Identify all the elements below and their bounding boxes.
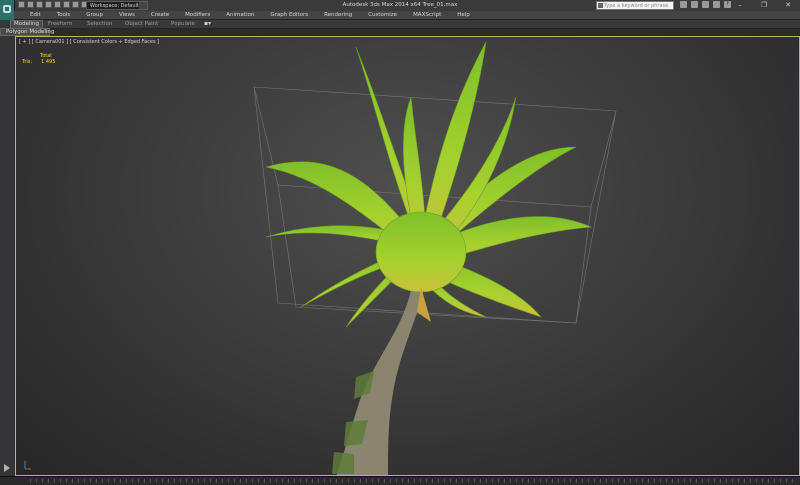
- palm-fronds: [265, 41, 593, 328]
- time-ticks: [30, 479, 794, 483]
- maximize-button[interactable]: ❐: [752, 0, 776, 11]
- menu-views[interactable]: Views: [111, 11, 143, 19]
- app-logo-icon[interactable]: [0, 0, 15, 20]
- left-strip: [0, 36, 16, 476]
- binoculars-icon[interactable]: [680, 1, 687, 8]
- menu-tools[interactable]: Tools: [49, 11, 79, 19]
- menu-animation[interactable]: Animation: [218, 11, 262, 19]
- palm-tree-model[interactable]: [16, 37, 800, 476]
- menu-graph-editors[interactable]: Graph Editors: [262, 11, 316, 19]
- tab-selection[interactable]: Selection: [87, 20, 112, 28]
- axis-gizmo-icon: [24, 461, 31, 470]
- search-input[interactable]: Type a keyword or phrase: [596, 1, 674, 10]
- menu-create[interactable]: Create: [143, 11, 177, 19]
- menu-edit[interactable]: Edit: [22, 11, 49, 19]
- tab-populate[interactable]: Populate: [171, 20, 195, 28]
- menu-rendering[interactable]: Rendering: [316, 11, 360, 19]
- signin-icon[interactable]: [691, 1, 698, 8]
- menu-help[interactable]: Help: [449, 11, 478, 19]
- minimize-button[interactable]: –: [728, 0, 752, 11]
- close-button[interactable]: ✕: [776, 0, 800, 11]
- menu-customize[interactable]: Customize: [360, 11, 405, 19]
- window-controls: – ❐ ✕: [728, 0, 800, 11]
- menu-modifiers[interactable]: Modifiers: [177, 11, 218, 19]
- menu-group[interactable]: Group: [78, 11, 111, 19]
- star-icon[interactable]: [713, 1, 720, 8]
- exchange-icon[interactable]: [702, 1, 709, 8]
- tab-object-paint[interactable]: Object Paint: [125, 20, 158, 28]
- tab-modeling[interactable]: Modeling: [10, 20, 44, 28]
- viewport-camera[interactable]: [ + ] [ Camera001 ] [ Consistent Colors …: [15, 36, 800, 476]
- menu-bar: Edit Tools Group Views Create Modifiers …: [14, 11, 800, 20]
- tab-freeform[interactable]: Freeform: [48, 20, 73, 28]
- expand-arrow-icon[interactable]: [4, 464, 10, 472]
- ribbon: Modeling Freeform Selection Object Paint…: [0, 20, 800, 29]
- info-center-icons: ?: [680, 1, 731, 8]
- panel-polygon-modeling[interactable]: Polygon Modeling: [0, 28, 54, 36]
- palm-trunk: [336, 289, 424, 475]
- ribbon-options-icon[interactable]: ▪▾: [204, 21, 214, 27]
- menu-maxscript[interactable]: MAXScript: [405, 11, 449, 19]
